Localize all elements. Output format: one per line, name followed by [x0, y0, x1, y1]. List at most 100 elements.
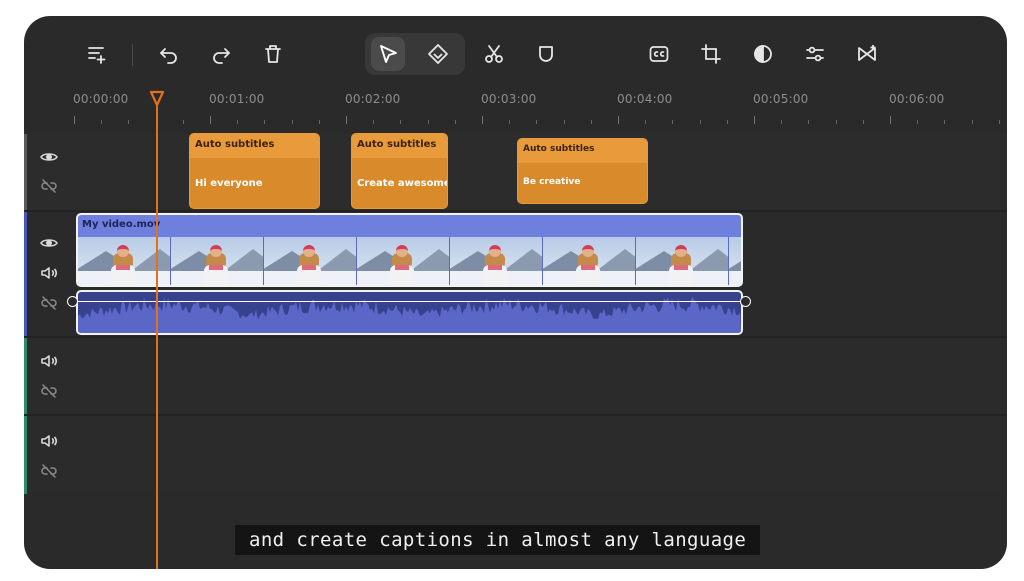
ruler-major-tick: [210, 116, 211, 124]
video-thumbnail: [636, 237, 729, 285]
ruler-minor-tick: [699, 120, 701, 124]
ruler-minor-tick: [400, 120, 402, 124]
ruler-label: 00:00:00: [73, 92, 129, 106]
ruler-major-tick: [74, 116, 75, 124]
track-color-stripe: [24, 338, 27, 414]
waveform-shape: [78, 296, 741, 333]
video-clip[interactable]: My video.mov: [76, 213, 743, 287]
ruler-label: 00:04:00: [617, 92, 673, 106]
captions-icon[interactable]: [642, 37, 676, 71]
shield-icon[interactable]: [529, 37, 563, 71]
ruler-major-tick: [890, 116, 891, 124]
video-thumbnail: [171, 237, 264, 285]
subtitle-clip[interactable]: Auto subtitles Hi everyone: [189, 133, 320, 209]
ruler-minor-tick: [128, 120, 130, 124]
ruler-label: 00:01:00: [209, 92, 265, 106]
subtitle-clip-text: Hi everyone: [195, 178, 263, 189]
ruler-minor-tick: [971, 120, 973, 124]
cut-icon[interactable]: [477, 37, 511, 71]
subtitle-clip[interactable]: Auto subtitles Be creative: [517, 138, 648, 204]
ruler-major-tick: [618, 116, 619, 124]
volume-handle-left[interactable]: [67, 296, 78, 307]
editor-window: 00:00:00 00:01:00 00:02:00 00:03:00 00:0…: [24, 16, 1007, 569]
eye-icon[interactable]: [38, 148, 60, 166]
ruler-minor-tick: [454, 120, 456, 124]
delete-icon[interactable]: [256, 37, 290, 71]
speaker-icon[interactable]: [38, 264, 60, 282]
ruler-minor-tick: [264, 120, 266, 124]
volume-handle-right[interactable]: [740, 296, 751, 307]
ruler-label: 00:06:00: [889, 92, 945, 106]
subtitle-clip-header: Auto subtitles: [352, 134, 447, 158]
select-arrow-icon[interactable]: [371, 37, 405, 71]
ruler-label: 00:05:00: [753, 92, 809, 106]
ruler-minor-tick: [862, 120, 864, 124]
ruler-minor-tick: [944, 120, 946, 124]
playhead-line[interactable]: [156, 104, 158, 569]
unlink-icon[interactable]: [38, 462, 60, 480]
ruler-minor-tick: [237, 120, 239, 124]
video-thumbnail: [357, 237, 450, 285]
unlink-icon[interactable]: [38, 294, 60, 312]
adjust-icon[interactable]: [798, 37, 832, 71]
playhead-marker-icon[interactable]: [148, 90, 166, 108]
ruler-minor-tick: [645, 120, 647, 124]
subtitle-clip-text: Be creative: [523, 177, 581, 187]
ruler-minor-tick: [536, 120, 538, 124]
unlink-icon[interactable]: [38, 382, 60, 400]
video-thumbnail: [729, 237, 741, 285]
pin-icon[interactable]: [421, 37, 455, 71]
ruler-major-tick: [482, 116, 483, 124]
ruler-minor-tick: [563, 120, 565, 124]
ruler-minor-tick: [917, 120, 919, 124]
ruler-major-tick: [754, 116, 755, 124]
ruler-minor-tick: [590, 120, 592, 124]
video-thumbnail: [264, 237, 357, 285]
ruler-label: 00:03:00: [481, 92, 537, 106]
toolbar: [24, 16, 1007, 96]
ruler-minor-tick: [726, 120, 728, 124]
ruler-label: 00:02:00: [345, 92, 401, 106]
timeline-ruler[interactable]: 00:00:00 00:01:00 00:02:00 00:03:00 00:0…: [24, 88, 1007, 138]
ruler-minor-tick: [373, 120, 375, 124]
ruler-minor-tick: [808, 120, 810, 124]
redo-icon[interactable]: [204, 37, 238, 71]
ruler-minor-tick: [998, 120, 1000, 124]
crop-icon[interactable]: [694, 37, 728, 71]
ruler-minor-tick: [291, 120, 293, 124]
track-color-stripe: [24, 134, 27, 210]
subtitle-clip[interactable]: Auto subtitles Create awesome c: [351, 133, 448, 209]
audio-track: [24, 416, 1007, 494]
ruler-minor-tick: [318, 120, 320, 124]
subtitle-clip-header: Auto subtitles: [518, 139, 647, 163]
audio-track: [24, 338, 1007, 414]
ruler-minor-tick: [835, 120, 837, 124]
add-track-icon[interactable]: [80, 37, 114, 71]
ruler-minor-tick: [672, 120, 674, 124]
video-clip-name: My video.mov: [82, 219, 161, 230]
video-thumbnail: [450, 237, 543, 285]
video-thumbnail: [543, 237, 636, 285]
ruler-minor-tick: [427, 120, 429, 124]
audio-waveform: [78, 296, 741, 333]
volume-line[interactable]: [72, 301, 748, 302]
ruler-minor-tick: [509, 120, 511, 124]
toolbar-divider: [132, 44, 133, 66]
ruler-major-tick: [346, 116, 347, 124]
filter-icon[interactable]: [746, 37, 780, 71]
ruler-minor-tick: [781, 120, 783, 124]
tool-selector: [365, 33, 465, 75]
speaker-icon[interactable]: [38, 432, 60, 450]
subtitle-clip-header: Auto subtitles: [190, 134, 319, 158]
transition-icon[interactable]: [850, 37, 884, 71]
ruler-minor-tick: [182, 120, 184, 124]
speaker-icon[interactable]: [38, 352, 60, 370]
audio-waveform-clip[interactable]: [76, 290, 743, 335]
track-color-stripe: [24, 416, 27, 494]
subtitle-track: [24, 134, 1007, 210]
unlink-icon[interactable]: [38, 177, 60, 195]
video-thumbnails: [78, 237, 741, 285]
ruler-minor-tick: [101, 120, 103, 124]
undo-icon[interactable]: [152, 37, 186, 71]
eye-icon[interactable]: [38, 234, 60, 252]
